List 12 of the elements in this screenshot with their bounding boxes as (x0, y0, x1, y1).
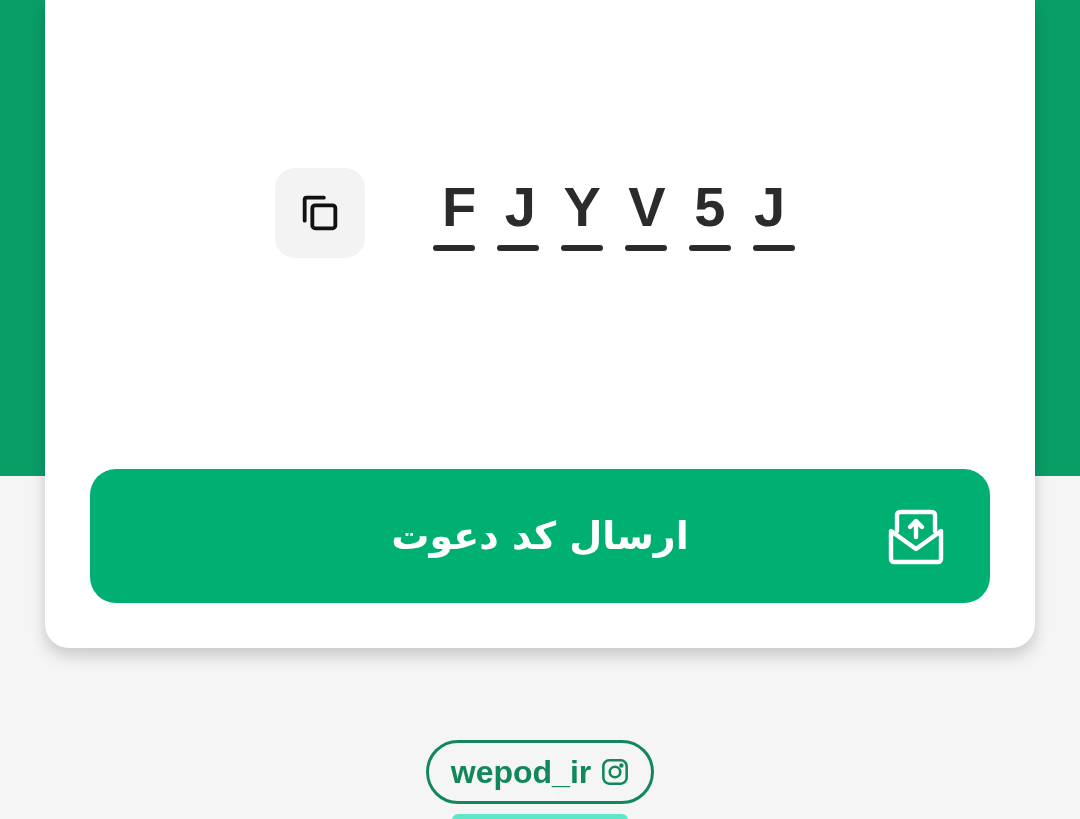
envelope-upload-icon (887, 509, 945, 565)
character-underline (752, 245, 795, 251)
character-underline (624, 245, 667, 251)
character-underline (496, 245, 539, 251)
character-underline (688, 245, 731, 251)
send-invite-button[interactable]: ارسال کد دعوت (90, 469, 990, 603)
character-underline (432, 245, 475, 251)
instagram-link[interactable]: wepod_ir (425, 740, 655, 804)
invite-code: F J Y V 5 J (441, 175, 786, 239)
character-underline (560, 245, 603, 251)
copy-button[interactable] (274, 168, 365, 258)
instagram-icon (601, 758, 630, 786)
